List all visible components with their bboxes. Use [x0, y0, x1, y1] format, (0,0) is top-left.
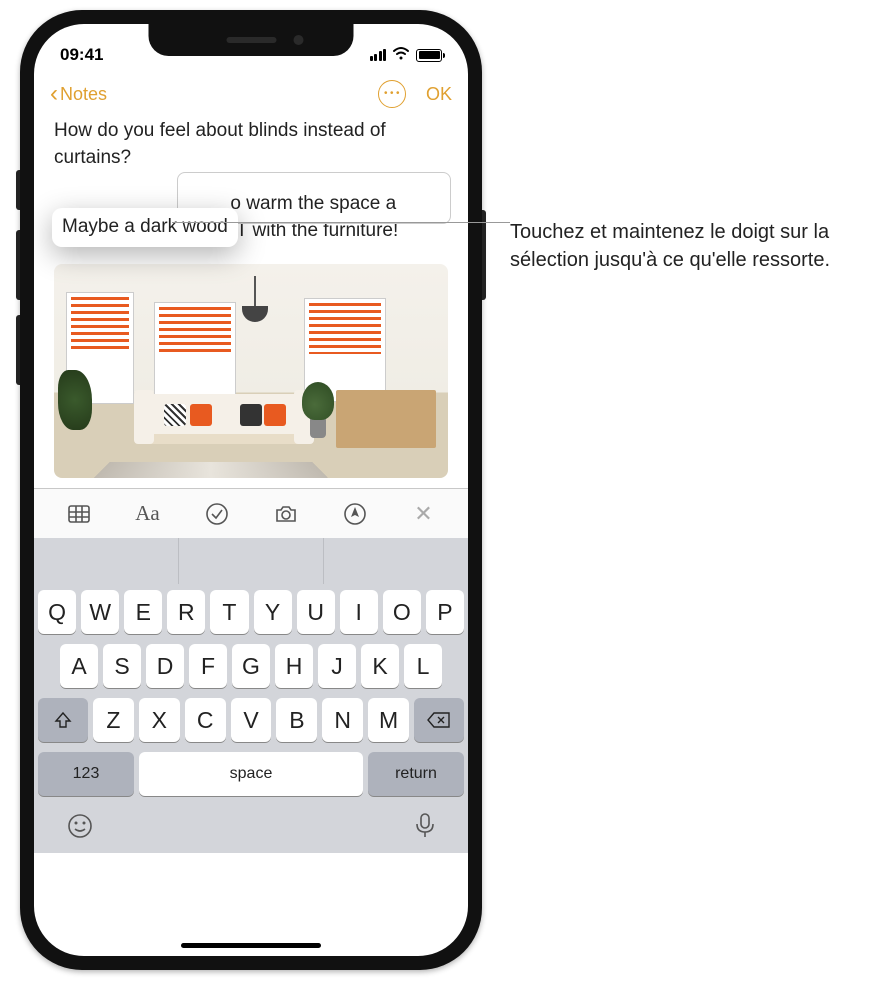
shift-key[interactable]	[38, 698, 88, 742]
key-x[interactable]: X	[139, 698, 180, 742]
note-body[interactable]: How do you feel about blinds instead of …	[34, 118, 468, 488]
suggestion-2[interactable]	[179, 538, 324, 584]
chevron-left-icon: ‹	[50, 80, 58, 108]
status-time: 09:41	[60, 45, 103, 65]
callout-text: Touchez et maintenez le doigt sur la sél…	[510, 218, 850, 274]
key-b[interactable]: B	[276, 698, 317, 742]
back-button[interactable]: ‹ Notes	[50, 80, 107, 108]
close-toolbar-button[interactable]: ✕	[407, 497, 441, 531]
key-z[interactable]: Z	[93, 698, 134, 742]
back-label: Notes	[60, 84, 107, 105]
text-format-button[interactable]: Aa	[131, 497, 165, 531]
callout-leader-line	[172, 222, 510, 238]
checklist-button[interactable]	[200, 497, 234, 531]
dictation-key[interactable]	[414, 812, 436, 847]
key-t[interactable]: T	[210, 590, 248, 634]
battery-icon	[416, 49, 442, 62]
key-s[interactable]: S	[103, 644, 141, 688]
markup-button[interactable]	[338, 497, 372, 531]
keyboard: Q W E R T Y U I O P A S D F G H J K L	[34, 584, 468, 853]
more-button[interactable]: •••	[378, 80, 406, 108]
key-m[interactable]: M	[368, 698, 409, 742]
emoji-key[interactable]	[66, 812, 94, 847]
key-h[interactable]: H	[275, 644, 313, 688]
space-key[interactable]: space	[139, 752, 363, 796]
screen: 09:41 ‹ Notes ••• OK How do you feel abo…	[34, 24, 468, 956]
return-key[interactable]: return	[368, 752, 464, 796]
keyboard-suggestions	[34, 538, 468, 584]
wifi-icon	[392, 45, 410, 65]
notch	[149, 24, 354, 56]
key-o[interactable]: O	[383, 590, 421, 634]
notes-format-toolbar: Aa ✕	[34, 488, 468, 538]
nav-bar: ‹ Notes ••• OK	[34, 72, 468, 118]
key-d[interactable]: D	[146, 644, 184, 688]
keyboard-row-4: 123 space return	[38, 752, 464, 796]
key-i[interactable]: I	[340, 590, 378, 634]
suggestion-1[interactable]	[34, 538, 179, 584]
key-n[interactable]: N	[322, 698, 363, 742]
home-indicator[interactable]	[181, 943, 321, 948]
keyboard-row-1: Q W E R T Y U I O P	[38, 590, 464, 634]
key-p[interactable]: P	[426, 590, 464, 634]
key-a[interactable]: A	[60, 644, 98, 688]
key-r[interactable]: R	[167, 590, 205, 634]
key-l[interactable]: L	[404, 644, 442, 688]
numeric-key[interactable]: 123	[38, 752, 134, 796]
key-k[interactable]: K	[361, 644, 399, 688]
key-v[interactable]: V	[231, 698, 272, 742]
key-f[interactable]: F	[189, 644, 227, 688]
cellular-icon	[370, 49, 387, 61]
suggestion-3[interactable]	[324, 538, 468, 584]
note-paragraph-1: How do you feel about blinds instead of …	[54, 118, 448, 171]
key-w[interactable]: W	[81, 590, 119, 634]
phone-frame: 09:41 ‹ Notes ••• OK How do you feel abo…	[20, 10, 482, 970]
key-u[interactable]: U	[297, 590, 335, 634]
note-attached-image[interactable]	[54, 264, 448, 478]
table-button[interactable]	[62, 497, 96, 531]
key-q[interactable]: Q	[38, 590, 76, 634]
backspace-key[interactable]	[414, 698, 464, 742]
key-y[interactable]: Y	[254, 590, 292, 634]
keyboard-row-3: Z X C V B N M	[38, 698, 464, 742]
camera-button[interactable]	[269, 497, 303, 531]
key-g[interactable]: G	[232, 644, 270, 688]
key-j[interactable]: J	[318, 644, 356, 688]
key-c[interactable]: C	[185, 698, 226, 742]
done-button[interactable]: OK	[426, 84, 452, 105]
keyboard-row-2: A S D F G H J K L	[38, 644, 464, 688]
key-e[interactable]: E	[124, 590, 162, 634]
